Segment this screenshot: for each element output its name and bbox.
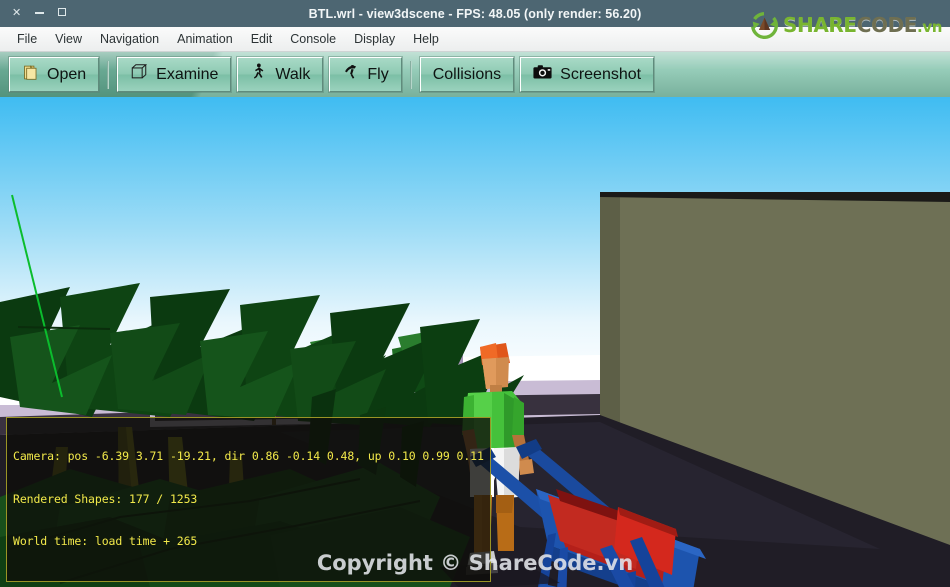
logo-share: SHARE: [783, 13, 857, 37]
fly-button-label: Fly: [367, 65, 389, 83]
collisions-button[interactable]: Collisions: [419, 57, 515, 92]
menu-item-edit[interactable]: Edit: [242, 29, 282, 49]
walk-button[interactable]: Walk: [237, 57, 324, 92]
camera-icon: [533, 64, 552, 85]
logo-text: SHARE CODE .vn: [783, 13, 942, 37]
status-overlay: Camera: pos -6.39 3.71 -19.21, dir 0.86 …: [6, 416, 491, 582]
menu-item-display[interactable]: Display: [345, 29, 404, 49]
logo-vn: .vn: [917, 18, 942, 36]
flying-person-icon: [342, 63, 359, 86]
collisions-button-label: Collisions: [432, 65, 502, 83]
menu-item-view[interactable]: View: [46, 29, 91, 49]
view3dscene-window: ✕ BTL.wrl - view3dscene - FPS: 48.05 (on…: [0, 0, 950, 587]
open-button[interactable]: Open: [9, 57, 100, 92]
toolbar-separator: [107, 60, 110, 89]
walk-button-label: Walk: [275, 65, 311, 83]
folder-open-icon: [22, 64, 39, 86]
menu-item-file[interactable]: File: [8, 29, 46, 49]
status-shapes-line: Rendered Shapes: 177 / 1253: [13, 491, 198, 506]
cube-wireframe-icon: [130, 63, 148, 86]
examine-button-label: Examine: [156, 65, 219, 83]
sharecode-logo: SHARE CODE .vn: [751, 4, 942, 46]
menu-item-animation[interactable]: Animation: [168, 29, 242, 49]
minimize-icon[interactable]: [35, 8, 45, 19]
menu-item-navigation[interactable]: Navigation: [91, 29, 168, 49]
status-worldtime-line: World time: load time + 265: [13, 534, 198, 549]
walking-person-icon: [250, 63, 267, 86]
window-controls: ✕: [12, 8, 67, 19]
maximize-icon[interactable]: [58, 8, 67, 19]
menu-item-help[interactable]: Help: [404, 29, 448, 49]
examine-button[interactable]: Examine: [117, 57, 232, 92]
open-button-label: Open: [47, 65, 87, 83]
toolbar: Open Examine Walk Fly Collisions Screens…: [0, 52, 950, 98]
screenshot-button[interactable]: Screenshot: [520, 57, 655, 92]
screenshot-button-label: Screenshot: [560, 65, 642, 83]
toolbar-separator-2: [409, 60, 412, 89]
close-icon[interactable]: ✕: [12, 8, 21, 19]
status-camera-line: Camera: pos -6.39 3.71 -19.21, dir 0.86 …: [13, 449, 484, 464]
recycle-arrows-icon: [751, 11, 778, 39]
3d-viewport[interactable]: Camera: pos -6.39 3.71 -19.21, dir 0.86 …: [0, 97, 950, 587]
fly-button[interactable]: Fly: [329, 57, 402, 92]
logo-code: CODE: [856, 13, 918, 37]
menu-item-console[interactable]: Console: [281, 29, 345, 49]
